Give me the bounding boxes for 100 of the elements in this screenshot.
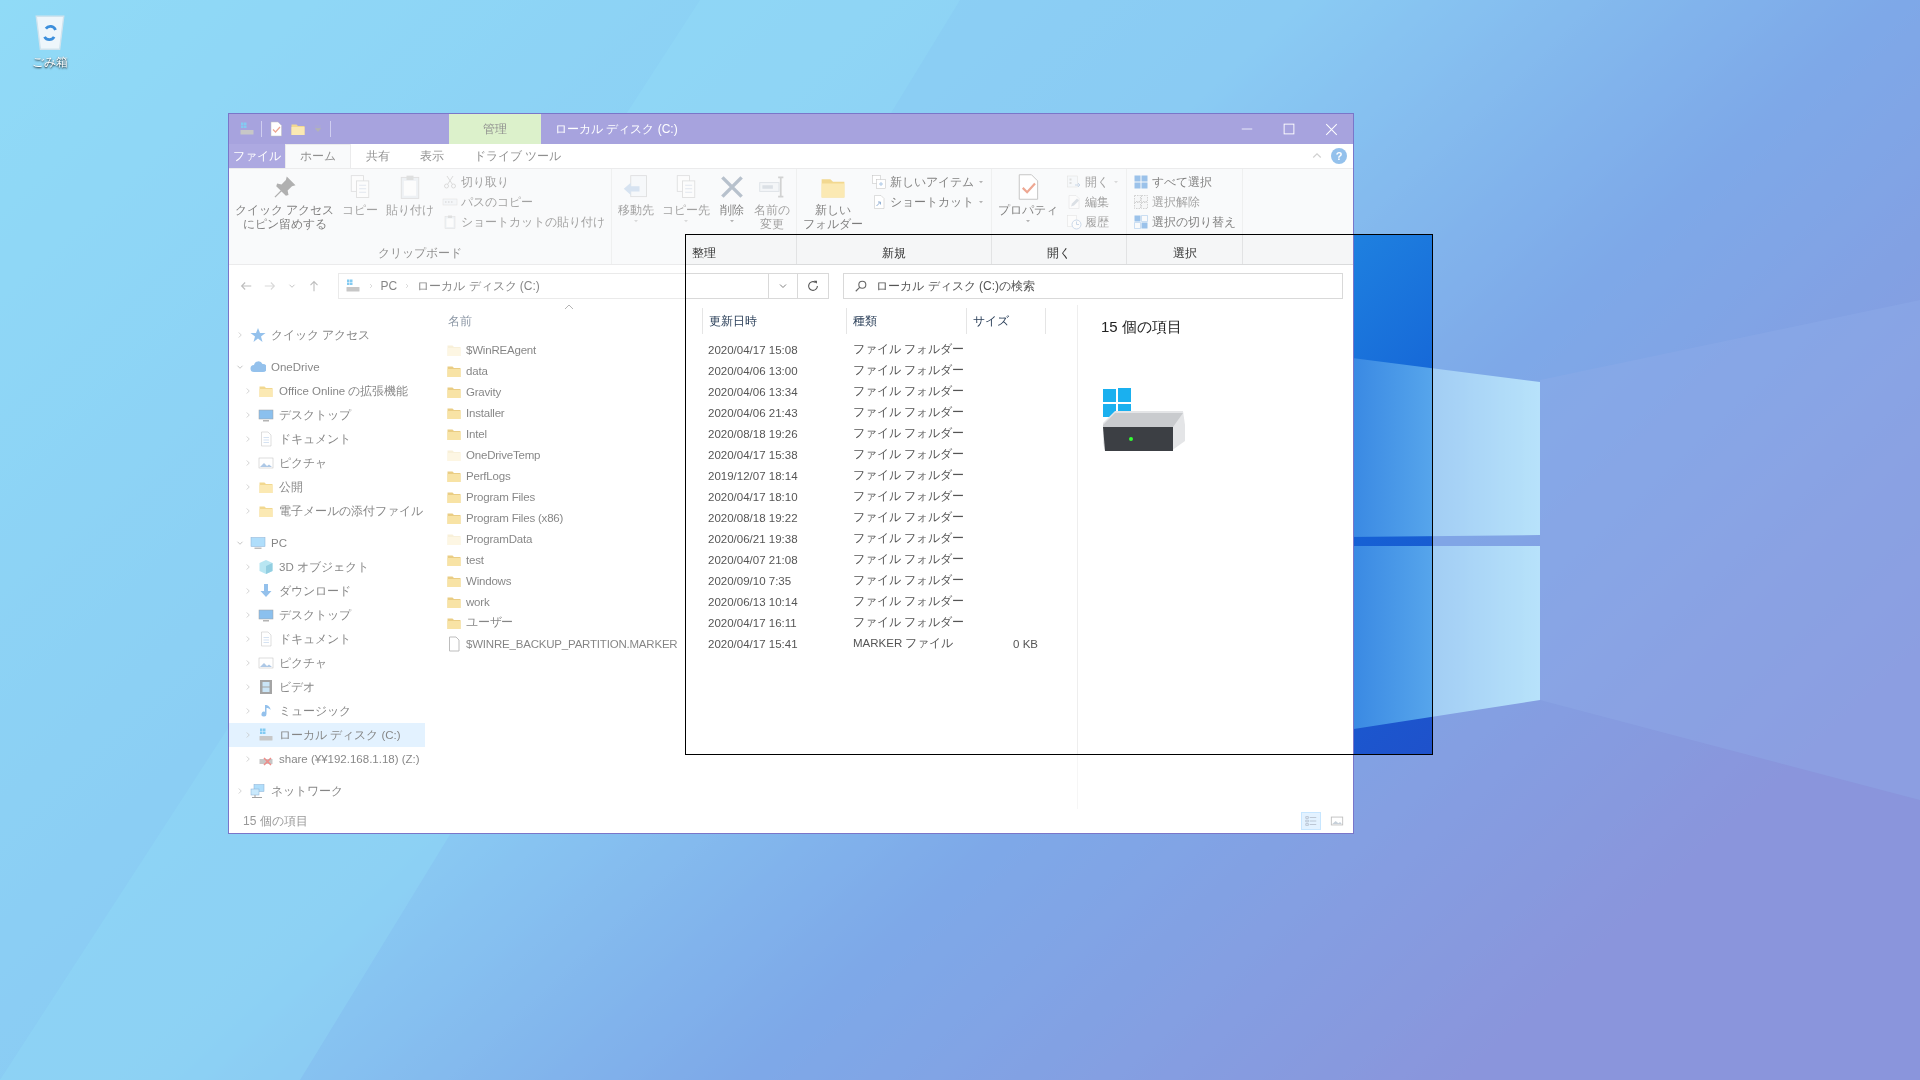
file-type: ファイル フォルダー <box>852 594 966 609</box>
computer-icon <box>250 535 266 551</box>
maximize-icon[interactable] <box>1283 123 1295 135</box>
nav-item[interactable]: 電子メールの添付ファイル <box>229 499 425 523</box>
nav-item[interactable]: ミュージック <box>229 699 425 723</box>
nav-item[interactable]: Office Online の拡張機能 <box>229 379 425 403</box>
modified-date: 2020/08/18 19:26 <box>707 427 799 440</box>
clipboard-icon <box>442 214 459 230</box>
file-name[interactable]: $WINRE_BACKUP_PARTITION.MARKER <box>466 637 678 650</box>
nav-item[interactable]: ピクチャ <box>229 651 425 675</box>
back-arrow-icon[interactable] <box>239 279 253 293</box>
nav-item[interactable]: share (¥¥192.168.1.18) (Z:) <box>229 747 425 771</box>
file-name[interactable]: work <box>466 595 490 608</box>
file-name[interactable]: Program Files <box>466 490 535 503</box>
window-title: ローカル ディスク (C:) <box>554 120 679 138</box>
file-name[interactable]: Intel <box>466 427 487 440</box>
nav-item[interactable]: ドキュメント <box>229 427 425 451</box>
nav-item[interactable]: ドキュメント <box>229 627 425 651</box>
ribbon-button[interactable]: プロパティ <box>995 172 1062 228</box>
nav-item[interactable]: ローカル ディスク (C:) <box>229 723 425 747</box>
close-icon[interactable] <box>1325 122 1338 136</box>
ribbon-button[interactable]: クイック アクセス にピン留めする <box>232 172 338 232</box>
nav-item[interactable]: ネットワーク <box>229 779 425 803</box>
nav-item[interactable]: デスクトップ <box>229 603 425 627</box>
modified-date: 2020/04/07 21:08 <box>707 553 799 566</box>
ribbon-tab[interactable]: 共有 <box>351 144 405 168</box>
forward-arrow-icon[interactable] <box>263 279 277 293</box>
large-icons-view-icon <box>1330 814 1344 828</box>
ribbon-button[interactable]: ショートカット <box>868 192 989 212</box>
download-icon <box>258 583 274 599</box>
caret-icon[interactable] <box>312 123 324 135</box>
file-type: ファイル フォルダー <box>852 405 966 420</box>
ribbon-button[interactable]: 新しい フォルダー <box>800 172 867 232</box>
address-bar[interactable]: PC ローカル ディスク (C:) <box>337 273 769 299</box>
caret-icon <box>1112 178 1121 186</box>
grid-icon <box>1133 174 1150 190</box>
file-name[interactable]: Installer <box>466 406 505 419</box>
column-header[interactable]: 更新日時 <box>702 308 846 334</box>
file-name[interactable]: OneDriveTemp <box>466 448 541 461</box>
cloud-icon <box>250 359 266 375</box>
file-tab[interactable]: ファイル <box>229 144 285 168</box>
file-name[interactable]: data <box>466 364 488 377</box>
open-icon <box>1066 174 1083 190</box>
monitor-icon <box>258 407 274 423</box>
nav-item[interactable]: PC <box>229 531 425 555</box>
modified-date: 2020/08/18 19:22 <box>707 511 799 524</box>
column-header[interactable]: 種類 <box>846 308 966 334</box>
modified-date: 2020/04/17 15:38 <box>707 448 799 461</box>
breadcrumb[interactable]: PC <box>380 279 398 293</box>
view-button[interactable] <box>1301 812 1321 830</box>
file-type: ファイル フォルダー <box>852 510 966 525</box>
nav-item[interactable]: ピクチャ <box>229 451 425 475</box>
dashed-grid-icon <box>1133 194 1150 210</box>
file-name[interactable]: ユーザー <box>466 615 514 630</box>
file-name[interactable]: Gravity <box>466 385 502 398</box>
ribbon-button[interactable]: 新しいアイテム <box>868 172 989 192</box>
nav-item[interactable]: 3D オブジェクト <box>229 555 425 579</box>
star-icon <box>250 327 266 343</box>
up-arrow-icon[interactable] <box>307 279 321 293</box>
file-type: ファイル フォルダー <box>852 384 966 399</box>
document-icon <box>258 431 274 447</box>
caret-icon <box>977 178 986 186</box>
nav-item[interactable]: クイック アクセス <box>229 323 425 347</box>
checked-document-icon[interactable] <box>268 121 284 137</box>
nav-item[interactable]: デスクトップ <box>229 403 425 427</box>
file-name[interactable]: test <box>466 553 484 566</box>
sort-caret-icon <box>563 304 574 310</box>
file-type: ファイル フォルダー <box>852 531 966 546</box>
file-type: MARKER ファイル <box>852 636 955 651</box>
modified-date: 2020/06/13 10:14 <box>707 595 799 608</box>
file-type: ファイル フォルダー <box>852 342 966 357</box>
file-name[interactable]: ProgramData <box>466 532 533 545</box>
ribbon-tab[interactable]: 表示 <box>405 144 459 168</box>
ribbon-tab[interactable]: ホーム <box>285 144 351 168</box>
file-name[interactable]: $WinREAgent <box>466 343 537 356</box>
drive-icon <box>258 727 274 743</box>
column-header[interactable]: サイズ <box>966 308 1046 334</box>
drive-icon <box>344 278 361 294</box>
status-text: 15 個の項目 <box>243 812 308 830</box>
drive-icon[interactable] <box>239 121 255 137</box>
group-label: 選択 <box>1171 244 1198 262</box>
ribbon-button[interactable]: 削除 <box>715 172 750 228</box>
breadcrumb[interactable]: ローカル ディスク (C:) <box>417 277 540 295</box>
new-item-icon <box>871 174 888 190</box>
file-type: ファイル フォルダー <box>852 573 966 588</box>
file-name[interactable]: Windows <box>466 574 512 587</box>
refresh-button[interactable] <box>798 273 830 299</box>
nav-item[interactable]: OneDrive <box>229 355 425 379</box>
nav-item[interactable]: ビデオ <box>229 675 425 699</box>
ribbon-button[interactable]: 選択の切り替え <box>1130 212 1240 232</box>
ribbon-tab[interactable]: ドライブ ツール <box>459 144 577 168</box>
file-type: ファイル フォルダー <box>852 552 966 567</box>
nav-item[interactable]: 公開 <box>229 475 425 499</box>
search-field[interactable]: ローカル ディスク (C:)の検索 <box>843 273 1343 299</box>
file-name[interactable]: Program Files (x86) <box>466 511 564 524</box>
column-header[interactable]: 名前 <box>425 308 702 334</box>
nav-item[interactable]: ダウンロード <box>229 579 425 603</box>
ribbon-button[interactable]: すべて選択 <box>1130 172 1240 192</box>
modified-date: 2020/04/17 15:08 <box>707 343 799 356</box>
file-name[interactable]: PerfLogs <box>466 469 511 482</box>
